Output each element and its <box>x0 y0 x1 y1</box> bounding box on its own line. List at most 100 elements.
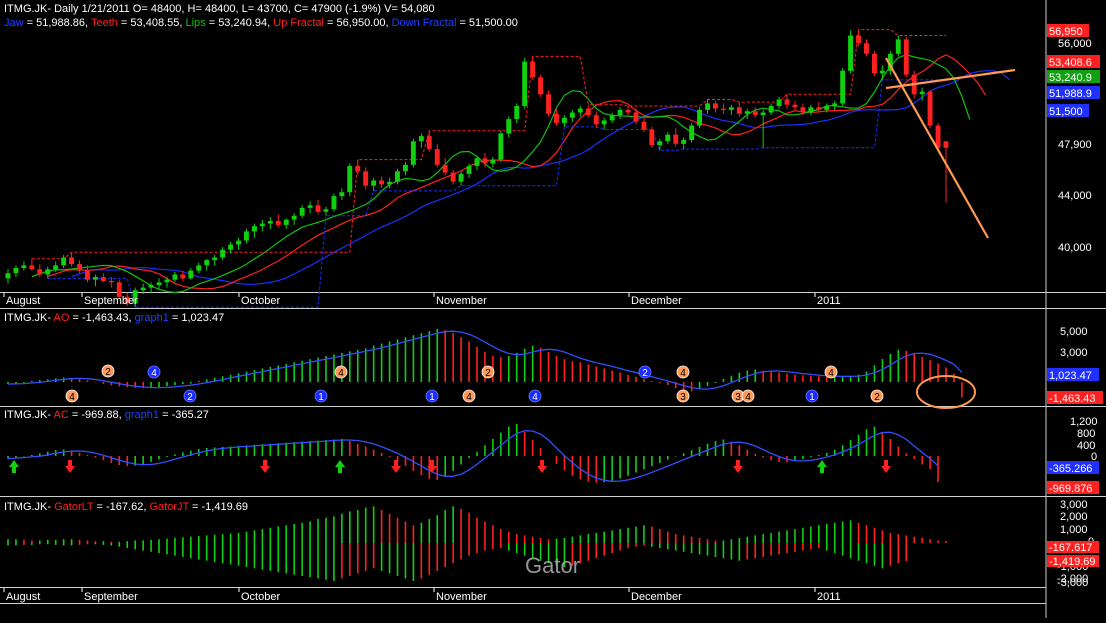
gator-month-label-august: August <box>6 591 40 603</box>
price-header-ohlc: - Daily 1/21/2011 O= 48400, H= 48400, L=… <box>47 3 434 15</box>
candle-body <box>403 164 408 172</box>
ac-value: = -969.88, <box>69 409 125 421</box>
candle-body <box>267 221 273 224</box>
candle-body <box>93 277 98 280</box>
candle-body <box>657 141 663 146</box>
chart-svg: 42 42 141 4242 43 3 4 142 ITMG.JK- Daily 1/21/2… <box>0 0 1106 618</box>
ac-tag-graph1-text: -365.266 <box>1049 463 1092 475</box>
month-label-2011: 2011 <box>817 295 841 307</box>
candle-body <box>736 107 742 114</box>
candle-body <box>371 180 377 186</box>
candle-body <box>601 120 607 125</box>
candle-body <box>840 70 846 104</box>
candle-body <box>188 270 194 279</box>
candle-body <box>943 141 949 148</box>
candle-body <box>609 115 615 121</box>
candle-body <box>808 107 814 113</box>
gator-header-dash: - <box>47 501 54 513</box>
price-ytick-44000: 44,000 <box>1058 190 1092 202</box>
candle-body <box>824 106 830 110</box>
ao-header-ticker: ITMG.JK <box>4 312 48 324</box>
candle-body <box>100 277 106 281</box>
candle-body <box>418 136 424 142</box>
candle-body <box>617 109 623 116</box>
candle-body <box>482 158 488 164</box>
candle-body <box>705 103 710 110</box>
ao-signal-marker-label: 4 <box>680 368 686 379</box>
month-label-august: August <box>6 295 40 307</box>
legend-upfractal-label: Up Fractal <box>273 17 324 29</box>
candle-body <box>204 260 210 266</box>
candle-body <box>864 43 869 54</box>
legend-teeth-label: Teeth <box>91 17 118 29</box>
candle-body <box>506 119 512 134</box>
candle-body <box>291 215 297 220</box>
candle-body <box>919 91 925 95</box>
candle-body <box>760 112 766 116</box>
candle-body <box>633 112 639 122</box>
candle-body <box>236 240 241 245</box>
legend-downfractal-label: Down Fractal <box>392 17 457 29</box>
candle-body <box>172 274 178 280</box>
candle-body <box>474 158 480 167</box>
candle-body <box>347 166 353 193</box>
candle-body <box>697 109 702 126</box>
ao-label: AO <box>54 312 70 324</box>
candle-body <box>673 134 679 144</box>
gator-tag-jt-text: -1,419.69 <box>1049 556 1095 568</box>
ao-signal-marker-label: 3 <box>735 392 741 403</box>
candle-body <box>315 205 321 212</box>
candle-body <box>935 125 941 148</box>
gator-ytick-2000: 2,000 <box>1060 511 1088 523</box>
ao-signal-marker-label: 2 <box>105 367 111 378</box>
candle-body <box>434 149 440 165</box>
ao-signal-marker-label: 4 <box>69 392 75 403</box>
ac-label: AC <box>54 409 69 421</box>
candle-body <box>848 35 853 71</box>
ao-signal-marker-label: 2 <box>642 368 648 379</box>
ac-graph1-label: graph1 <box>125 409 159 421</box>
candle-body <box>713 103 718 109</box>
tag-jaw-text: 51,988.9 <box>1049 88 1092 100</box>
candle-body <box>498 133 504 160</box>
tag-upfractal-text: 56,950 <box>1049 26 1083 38</box>
legend-upfractal-value: = 56,950.00, <box>324 17 392 29</box>
gator-header-ticker: ITMG.JK <box>4 501 48 513</box>
legend-jaw-value: = 51,988.86, <box>24 17 91 29</box>
candle-body <box>252 226 257 232</box>
ao-tag-graph1-text: 1,023.47 <box>1049 370 1092 382</box>
candle-body <box>259 223 265 227</box>
gatorjt-label: GatorJT <box>149 501 189 513</box>
price-header-line2: Jaw = 51,988.86, Teeth = 53,408.55, Lips… <box>4 17 518 29</box>
price-ytick-40000: 40,000 <box>1058 242 1092 254</box>
candle-body <box>299 207 305 216</box>
ao-signal-marker-label: 4 <box>828 368 834 379</box>
gatorlt-value: = -167.62, <box>93 501 149 513</box>
candle-body <box>872 53 877 74</box>
month-label-october: October <box>241 295 280 307</box>
tag-teeth-text: 53,408.6 <box>1049 57 1092 69</box>
candle-body <box>307 205 313 208</box>
ac-tag-ac-text: -969.876 <box>1049 483 1092 495</box>
candle-body <box>554 113 559 123</box>
legend-lips-value: = 53,240.94, <box>206 17 274 29</box>
gatorjt-value: = -1,419.69 <box>189 501 248 513</box>
candle-body <box>649 129 655 146</box>
candle-body <box>593 115 599 125</box>
ac-graph1-value: = -365.27 <box>159 409 209 421</box>
ao-ytick-3000: 3,000 <box>1060 347 1088 359</box>
candle-body <box>212 257 218 261</box>
candle-body <box>792 104 798 108</box>
gator-tag-lt-text: -167.617 <box>1049 542 1092 554</box>
candle-body <box>69 257 74 264</box>
candle-body <box>816 107 822 110</box>
candle-body <box>522 61 528 106</box>
candle-body <box>108 281 114 283</box>
candle-body <box>466 166 472 174</box>
month-label-december: December <box>631 295 682 307</box>
candle-body <box>323 209 329 212</box>
ao-signal-marker-label: 1 <box>809 392 815 403</box>
candle-body <box>21 265 27 268</box>
price-ytick-47900: 47,900 <box>1058 139 1092 151</box>
candle-body <box>744 111 750 114</box>
